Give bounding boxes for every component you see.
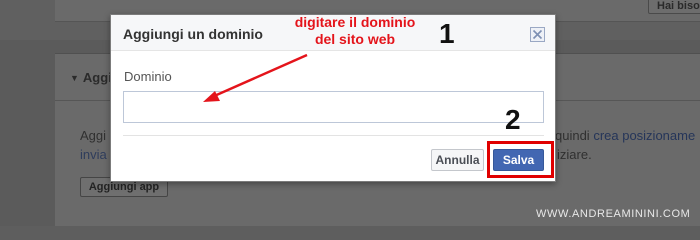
annotation-arrow-icon — [203, 53, 308, 102]
watermark: WWW.ANDREAMININI.COM — [536, 208, 691, 220]
